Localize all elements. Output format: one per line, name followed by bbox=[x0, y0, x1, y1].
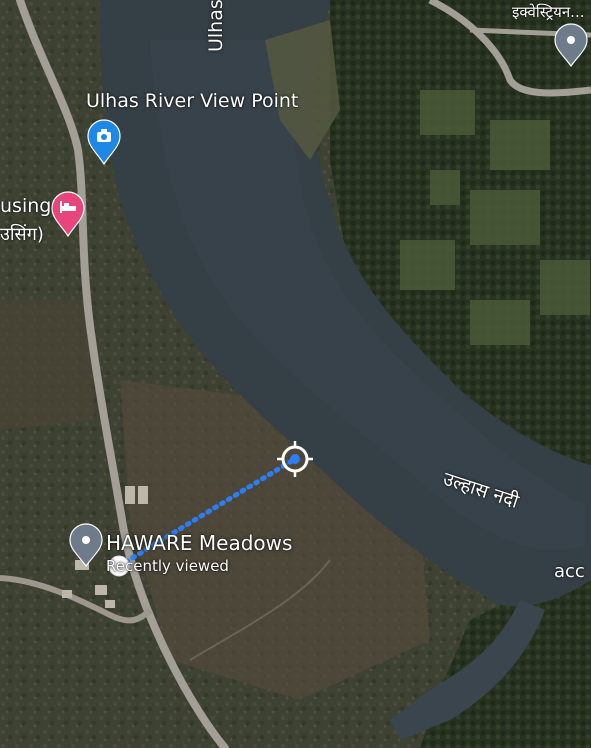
location-pin-icon bbox=[82, 536, 90, 544]
river-vertical-label: Ulhas bbox=[205, 0, 227, 52]
topright-label[interactable]: इक्वेस्ट्रियन... bbox=[512, 2, 585, 22]
viewpoint-label[interactable]: Ulhas River View Point bbox=[86, 90, 298, 112]
dry-field bbox=[0, 300, 95, 430]
place-sub-label: Recently viewed bbox=[106, 557, 229, 575]
satellite-map[interactable] bbox=[0, 0, 591, 748]
housing-label[interactable]: using bbox=[0, 195, 51, 217]
edge-right-label[interactable]: acc bbox=[554, 561, 585, 582]
location-pin-icon bbox=[567, 36, 575, 44]
place-label[interactable]: HAWARE Meadows bbox=[106, 531, 292, 555]
housing-label-hindi[interactable]: उसिंग) bbox=[0, 222, 44, 246]
